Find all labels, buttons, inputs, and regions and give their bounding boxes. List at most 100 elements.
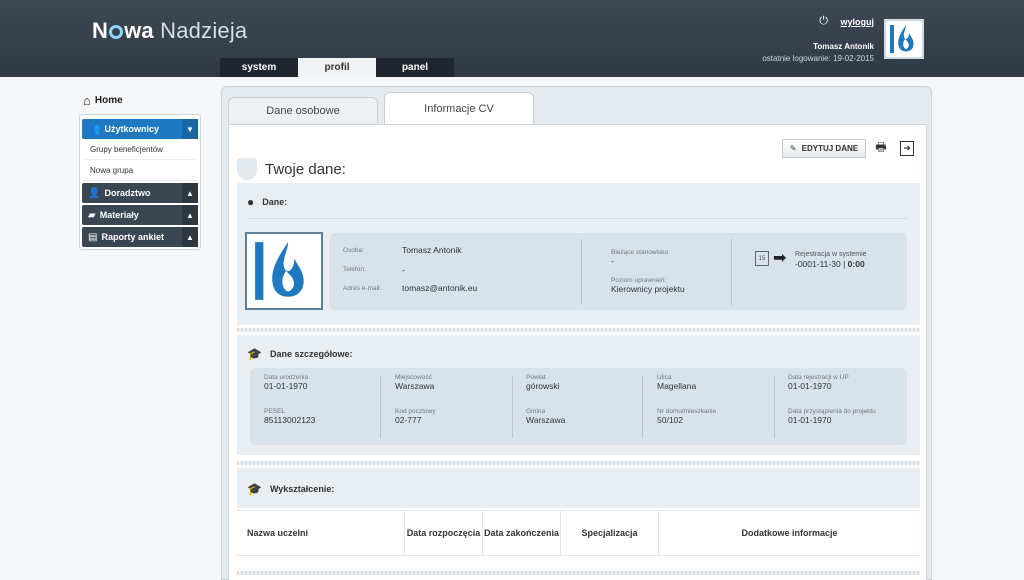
last-login: ostatnie logowanie: 19-02-2015 bbox=[762, 54, 874, 63]
flame-logo-icon bbox=[255, 242, 304, 300]
chevron-up-icon[interactable]: ▲ bbox=[182, 183, 198, 203]
divider bbox=[512, 376, 513, 438]
chevron-down-icon[interactable]: ▼ bbox=[182, 119, 198, 139]
szczegolowe-card: Data urodzenia 01-01-1970 Miejscowość Wa… bbox=[250, 368, 907, 445]
sidebar-subitem-nowa-grupa[interactable]: Nowa grupa bbox=[82, 160, 198, 181]
logo-text-part3: Nadzieja bbox=[160, 18, 248, 43]
wyksztalcenie-heading-text: Wykształcenie: bbox=[269, 484, 335, 494]
home-icon: ⌂ bbox=[83, 92, 91, 108]
person-icon: ● bbox=[247, 195, 255, 209]
tab-informacje-cv[interactable]: Informacje CV bbox=[384, 92, 534, 124]
profile-photo: ♂ bbox=[245, 232, 323, 310]
chevron-up-icon[interactable]: ▲ bbox=[182, 227, 198, 247]
sidebar-item-label: Doradztwo bbox=[104, 188, 151, 198]
divider bbox=[380, 376, 381, 438]
column-header[interactable]: Nazwa uczelni bbox=[237, 511, 405, 555]
field-label: Data urodzenia bbox=[264, 374, 309, 381]
telefon-label: Telefon: bbox=[343, 266, 366, 273]
sidebar-item-label: Materiały bbox=[99, 210, 139, 220]
graduation-cap-icon: 🎓 bbox=[247, 347, 262, 361]
poziom-label: Poziom uprawnień: bbox=[611, 277, 667, 284]
sidebar-item-label: Użytkownicy bbox=[104, 124, 159, 134]
users-icon: 👥 bbox=[88, 123, 101, 135]
calendar-icon: 15 bbox=[755, 251, 769, 266]
field-label: Nr domu/mieszkanie bbox=[657, 408, 717, 415]
szczegolowe-heading-text: Dane szczegółowe: bbox=[269, 349, 353, 359]
field-value: Magellana bbox=[657, 381, 697, 391]
advisor-icon: 👤 bbox=[88, 187, 101, 199]
telefon-value: - bbox=[402, 265, 405, 275]
field-label: Miejscowość bbox=[395, 374, 432, 381]
user-avatar[interactable] bbox=[884, 19, 924, 59]
sidebar-home-label: Home bbox=[94, 94, 123, 106]
field-label: Data rejestracji w UP bbox=[788, 374, 849, 381]
divider bbox=[581, 239, 582, 305]
field-label: Powiat bbox=[526, 374, 546, 381]
sidebar-item-materialy[interactable]: ▰ Materiały ▲ bbox=[82, 205, 198, 225]
user-name: Tomasz Antonik bbox=[813, 42, 874, 51]
app-logo[interactable]: Nwa Nadzieja bbox=[92, 18, 247, 44]
rejestracja-separator: | bbox=[843, 259, 846, 269]
field-value: 01-01-1970 bbox=[264, 381, 308, 391]
section-divider bbox=[237, 328, 920, 332]
column-header[interactable]: Data zakończenia bbox=[483, 511, 561, 555]
logo-text-part2: wa bbox=[124, 18, 154, 43]
sidebar: ⌂ Home 👥 Użytkownicy ▼ Grupy beneficjent… bbox=[79, 88, 201, 250]
column-header[interactable]: Dodatkowe informacje bbox=[659, 511, 920, 555]
field-value: 01-01-1970 bbox=[788, 415, 832, 425]
print-icon[interactable]: 🖶 bbox=[872, 139, 890, 158]
power-icon[interactable]: ⏻ bbox=[819, 15, 828, 28]
tab-dane-osobowe[interactable]: Dane osobowe bbox=[228, 97, 378, 123]
chart-icon: ▤ bbox=[88, 231, 98, 243]
login-arrow-icon: ➡ bbox=[773, 250, 787, 267]
poziom-value: Kierownicy projektu bbox=[611, 284, 685, 294]
column-header[interactable]: Data rozpoczęcia bbox=[405, 511, 483, 555]
sidebar-item-uzytkownicy[interactable]: 👥 Użytkownicy ▼ bbox=[82, 119, 198, 139]
wyksztalcenie-heading: 🎓 Wykształcenie: bbox=[247, 482, 334, 496]
divider bbox=[774, 376, 775, 438]
tab-panel[interactable]: panel bbox=[376, 58, 454, 77]
field-value: 02-777 bbox=[395, 415, 422, 425]
rejestracja-date: -0001-11-30 bbox=[795, 259, 841, 269]
column-header[interactable]: Specjalizacja bbox=[561, 511, 659, 555]
email-label: Adres e-mail: bbox=[343, 285, 382, 292]
shield-icon bbox=[237, 158, 257, 180]
sidebar-item-raporty[interactable]: ▤ Raporty ankiet ▲ bbox=[82, 227, 198, 247]
osoba-label: Osoba: bbox=[343, 247, 364, 254]
graduation-cap-icon: 🎓 bbox=[247, 482, 262, 496]
sidebar-item-doradztwo[interactable]: 👤 Doradztwo ▲ bbox=[82, 183, 198, 203]
rejestracja-value: -0001-11-30 | 0:00 bbox=[795, 259, 865, 269]
sidebar-home[interactable]: ⌂ Home bbox=[79, 88, 201, 112]
page-title: Twoje dane: bbox=[265, 160, 346, 178]
top-tabs: system profil panel bbox=[220, 58, 454, 77]
dane-heading: ● Dane: bbox=[247, 195, 287, 209]
logout-link[interactable]: wyloguj bbox=[841, 17, 875, 27]
pencil-icon: ✎ bbox=[789, 144, 797, 153]
section-divider bbox=[237, 571, 920, 575]
dane-card: Osoba: Tomasz Antonik Telefon: - Adres e… bbox=[329, 233, 907, 310]
tab-profil[interactable]: profil bbox=[298, 58, 376, 77]
flame-logo-icon bbox=[890, 25, 914, 53]
logo-text-part1: N bbox=[92, 18, 109, 43]
divider bbox=[642, 376, 643, 438]
field-value: górowski bbox=[526, 381, 560, 391]
edit-data-label: EDYTUJ DANE bbox=[801, 144, 859, 153]
dane-heading-text: Dane: bbox=[262, 197, 288, 207]
chevron-up-icon[interactable]: ▲ bbox=[182, 205, 198, 225]
export-icon[interactable]: ➜ bbox=[900, 141, 914, 156]
tab-system[interactable]: system bbox=[220, 58, 298, 77]
divider bbox=[731, 239, 732, 305]
rejestracja-label: Rejestracja w systemie bbox=[795, 251, 867, 258]
logo-ring-icon bbox=[109, 25, 124, 39]
wyksztalcenie-section: 🎓 Wykształcenie: bbox=[237, 468, 920, 508]
field-label: PESEL bbox=[264, 408, 285, 415]
szczegolowe-heading: 🎓 Dane szczegółowe: bbox=[247, 347, 352, 361]
divider bbox=[247, 218, 907, 219]
email-value[interactable]: tomasz@antonik.eu bbox=[402, 283, 477, 293]
edit-data-button[interactable]: ✎ EDYTUJ DANE bbox=[782, 139, 866, 158]
folder-icon: ▰ bbox=[88, 209, 96, 221]
field-value: 01-01-1970 bbox=[788, 381, 832, 391]
osoba-value: Tomasz Antonik bbox=[402, 245, 462, 255]
male-icon: ♂ bbox=[311, 234, 320, 245]
sidebar-subitem-grupy[interactable]: Grupy beneficjentów bbox=[82, 139, 198, 160]
